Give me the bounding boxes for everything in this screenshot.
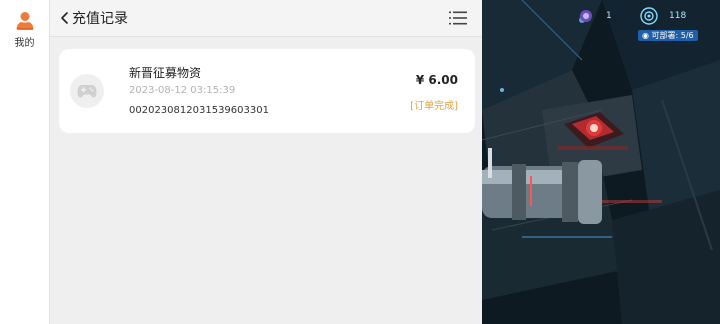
record-status: [订单完成]: [410, 101, 458, 112]
orb-icon: [580, 10, 592, 22]
page-title: 充值记录: [72, 11, 128, 27]
game-scene[interactable]: 1 118 ◉ 可部署: 5/6: [482, 0, 720, 324]
recharge-records-panel: 充值记录 新晋征募物资 2023-08-12 03:15:39 00202308…: [50, 0, 482, 324]
gamepad-icon: [77, 85, 97, 98]
product-thumbnail: [70, 74, 104, 108]
hud-level: 118: [669, 11, 687, 21]
sidebar-user-button[interactable]: 我的: [0, 10, 49, 49]
record-amount: ¥ 6.00: [415, 73, 458, 87]
list-menu-icon[interactable]: [449, 11, 467, 25]
game-scene-artwork: [482, 0, 720, 324]
left-sidebar: 我的: [0, 0, 50, 324]
sidebar-user-label: 我的: [14, 38, 35, 49]
record-item-name: 新晋征募物资: [129, 66, 202, 80]
header-bar: 充值记录: [50, 0, 482, 37]
deploy-count: 可部署: 5/6: [651, 31, 694, 40]
person-icon: ◉: [642, 31, 649, 40]
recharge-record-card[interactable]: 新晋征募物资 2023-08-12 03:15:39 0020230812031…: [59, 49, 475, 133]
deploy-badge: ◉ 可部署: 5/6: [638, 30, 698, 41]
target-icon[interactable]: [640, 7, 658, 25]
record-order-number: 002023081203153960330​1: [129, 105, 269, 116]
user-icon: [16, 12, 33, 30]
record-timestamp: 2023-08-12 03:15:39: [129, 85, 236, 96]
hud-counter: 1: [606, 11, 612, 21]
